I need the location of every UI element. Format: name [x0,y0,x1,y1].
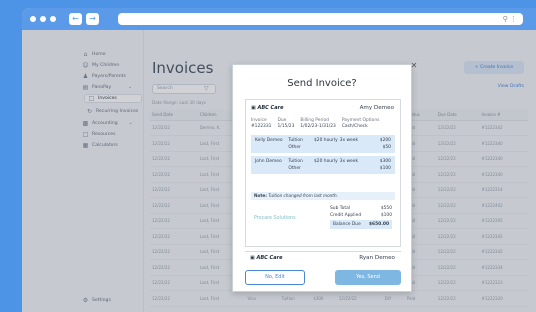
line-item-cell: Other [288,166,301,171]
invoice-totals: Sub Total $550 Credit Applied $100 Balance… [330,206,392,229]
line-item-block: John Demeo Tuition $20 hourly 3x week $300 Ot… [251,156,395,174]
line-item-cell: 3x week [339,159,358,164]
browser-window: ← → ⚲ ⋮ ⌂ Home ☺ My Children ♟ Payers/Paren… [22,8,536,312]
search-icon: ⚲ ⋮ [502,15,517,23]
minimize-window-dot[interactable] [40,16,46,22]
line-item-cell: 3x week [339,138,358,143]
business-logo: ▣ ABC Care [251,105,284,111]
line-item-row: John Demeo Tuition $20 hourly 3x week $300 [255,158,391,165]
line-item-cell: Other [288,145,301,150]
line-item-row: Other $50 [255,144,391,151]
line-item-cell: $20 hourly [314,138,338,143]
line-item-cell: Kelly Demeo [255,138,283,143]
browser-chrome: ← → ⚲ ⋮ [22,8,536,30]
address-bar[interactable]: ⚲ ⋮ [118,13,523,25]
close-icon[interactable]: ✕ [409,61,419,71]
no-edit-button[interactable]: No, Edit [245,270,305,285]
next-invoice-preview: ▣ ABC Care Ryan Demeo [245,251,401,265]
line-item-cell: $20 hourly [314,159,338,164]
line-item-cell: $50 [382,145,391,150]
line-item-cell: Tuition [288,138,303,143]
next-customer-name: Ryan Demeo [359,255,395,261]
business-logo: ▣ ABC Care [250,255,283,261]
balance-due: Balance Due $650.00 [330,220,392,229]
line-item-cell [340,165,366,172]
invoice-note: Note: Tuition changed from last month. [251,192,395,200]
line-item-cell: John Demeo [255,159,282,164]
line-item-cell [314,144,340,151]
line-item-cell: $300 [379,159,391,164]
yes-send-button[interactable]: Yes, Send [335,270,401,285]
maximize-window-dot[interactable] [50,16,56,22]
invoice-meta: Invoice #122331 Due 1/15/23 Billing Period… [251,118,380,129]
invoice-preview: ▣ ABC Care Amy Demeo Invoice #122331 Due 1… [245,99,401,247]
line-item-cell: Tuition [288,159,303,164]
modal-title: Send Invoice? [287,78,357,89]
line-item-row: Other $100 [255,165,391,172]
customer-name: Amy Demeo [359,105,394,111]
back-arrow-icon[interactable]: ← [69,13,82,25]
invoice-line-items: Kelly Demeo Tuition $20 hourly 3x week $200 O… [251,135,395,177]
line-item-row: Kelly Demeo Tuition $20 hourly 3x week $200 [255,137,391,144]
forward-arrow-icon[interactable]: → [86,13,99,25]
line-item-block: Kelly Demeo Tuition $20 hourly 3x week $200 O… [251,135,395,153]
line-item-cell: $100 [379,166,391,171]
procare-logo: Procare Solutions [254,216,296,221]
close-window-dot[interactable] [30,16,36,22]
line-item-cell [340,144,366,151]
line-item-cell [255,165,288,172]
line-item-cell [255,144,288,151]
send-invoice-modal: Send Invoice? ✕ ▣ ABC Care Amy Demeo Inv… [232,61,417,292]
line-item-cell [314,165,340,172]
line-item-cell: $200 [379,138,391,143]
